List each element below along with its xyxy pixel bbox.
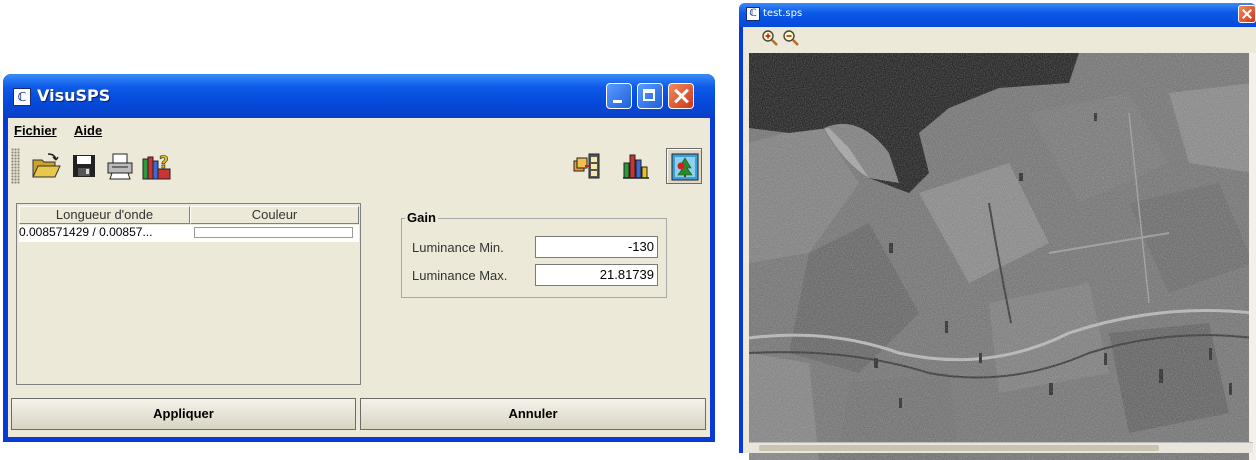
zoom-in-icon	[762, 30, 778, 46]
image-client	[743, 27, 1256, 460]
menu-bar: Fichier Aide	[8, 118, 710, 144]
luminance-min-field[interactable]: -130	[535, 236, 658, 258]
wavelength-table: Longueur d'onde Couleur 0.008571429 / 0.…	[16, 203, 361, 385]
horizontal-scrollbar[interactable]	[749, 442, 1253, 453]
image-app-icon: ℂ	[746, 7, 760, 21]
apply-button[interactable]: Appliquer	[11, 398, 356, 430]
minimize-button[interactable]	[606, 83, 632, 109]
vertical-scrollbar[interactable]	[1249, 53, 1256, 460]
library-help-icon: ?	[142, 153, 171, 180]
visusps-window: ℂ VisuSPS Fichier Aide ? Longueur d'onde…	[3, 74, 715, 442]
layers-film-icon	[573, 153, 600, 179]
image-title-bar[interactable]: ℂ test.sps	[739, 3, 1256, 27]
sar-image-viewport[interactable]	[749, 53, 1253, 460]
column-header-color[interactable]: Couleur	[190, 206, 359, 224]
color-cell[interactable]	[190, 225, 359, 242]
histogram-button[interactable]	[618, 148, 654, 184]
help-library-button[interactable]: ?	[138, 148, 174, 184]
column-header-wavelength[interactable]: Longueur d'onde	[19, 206, 190, 224]
open-button[interactable]	[28, 148, 64, 184]
menu-aide[interactable]: Aide	[74, 123, 102, 138]
print-icon	[107, 153, 133, 180]
title-bar[interactable]: ℂ VisuSPS	[3, 74, 715, 118]
toolbar-grip[interactable]	[11, 148, 20, 184]
window-client: Fichier Aide ? Longueur d'onde Couleur 0…	[8, 118, 710, 437]
image-view-button[interactable]	[666, 148, 702, 184]
layers-button[interactable]	[569, 148, 605, 184]
luminance-min-label: Luminance Min.	[412, 240, 504, 255]
wavelength-cell[interactable]: 0.008571429 / 0.00857...	[19, 225, 190, 242]
save-button[interactable]	[66, 148, 102, 184]
gain-group: Gain Luminance Min. -130 Luminance Max. …	[401, 210, 667, 298]
luminance-max-field[interactable]: 21.81739	[535, 264, 658, 286]
close-button[interactable]	[668, 83, 694, 109]
horizontal-scroll-thumb[interactable]	[759, 445, 1159, 451]
open-folder-icon	[32, 153, 61, 178]
window-title: VisuSPS	[37, 86, 111, 105]
zoom-out-button[interactable]	[782, 29, 800, 47]
image-close-button[interactable]	[1238, 5, 1256, 23]
gain-legend: Gain	[405, 210, 438, 225]
svg-text:?: ?	[159, 153, 169, 173]
sar-image	[749, 53, 1253, 460]
image-window: ℂ test.sps	[739, 3, 1256, 460]
app-icon: ℂ	[13, 88, 31, 106]
bar-chart-icon	[623, 154, 649, 179]
toolbar: ?	[8, 144, 710, 188]
cancel-button[interactable]: Annuler	[360, 398, 706, 430]
print-button[interactable]	[102, 148, 138, 184]
zoom-in-button[interactable]	[761, 29, 779, 47]
image-tree-icon	[671, 153, 699, 181]
zoom-out-icon	[783, 30, 799, 46]
luminance-max-label: Luminance Max.	[412, 268, 508, 283]
menu-fichier[interactable]: Fichier	[14, 123, 57, 138]
image-window-title: test.sps	[763, 8, 803, 19]
save-icon	[73, 155, 95, 177]
color-swatch[interactable]	[194, 227, 353, 238]
maximize-button[interactable]	[637, 83, 663, 109]
